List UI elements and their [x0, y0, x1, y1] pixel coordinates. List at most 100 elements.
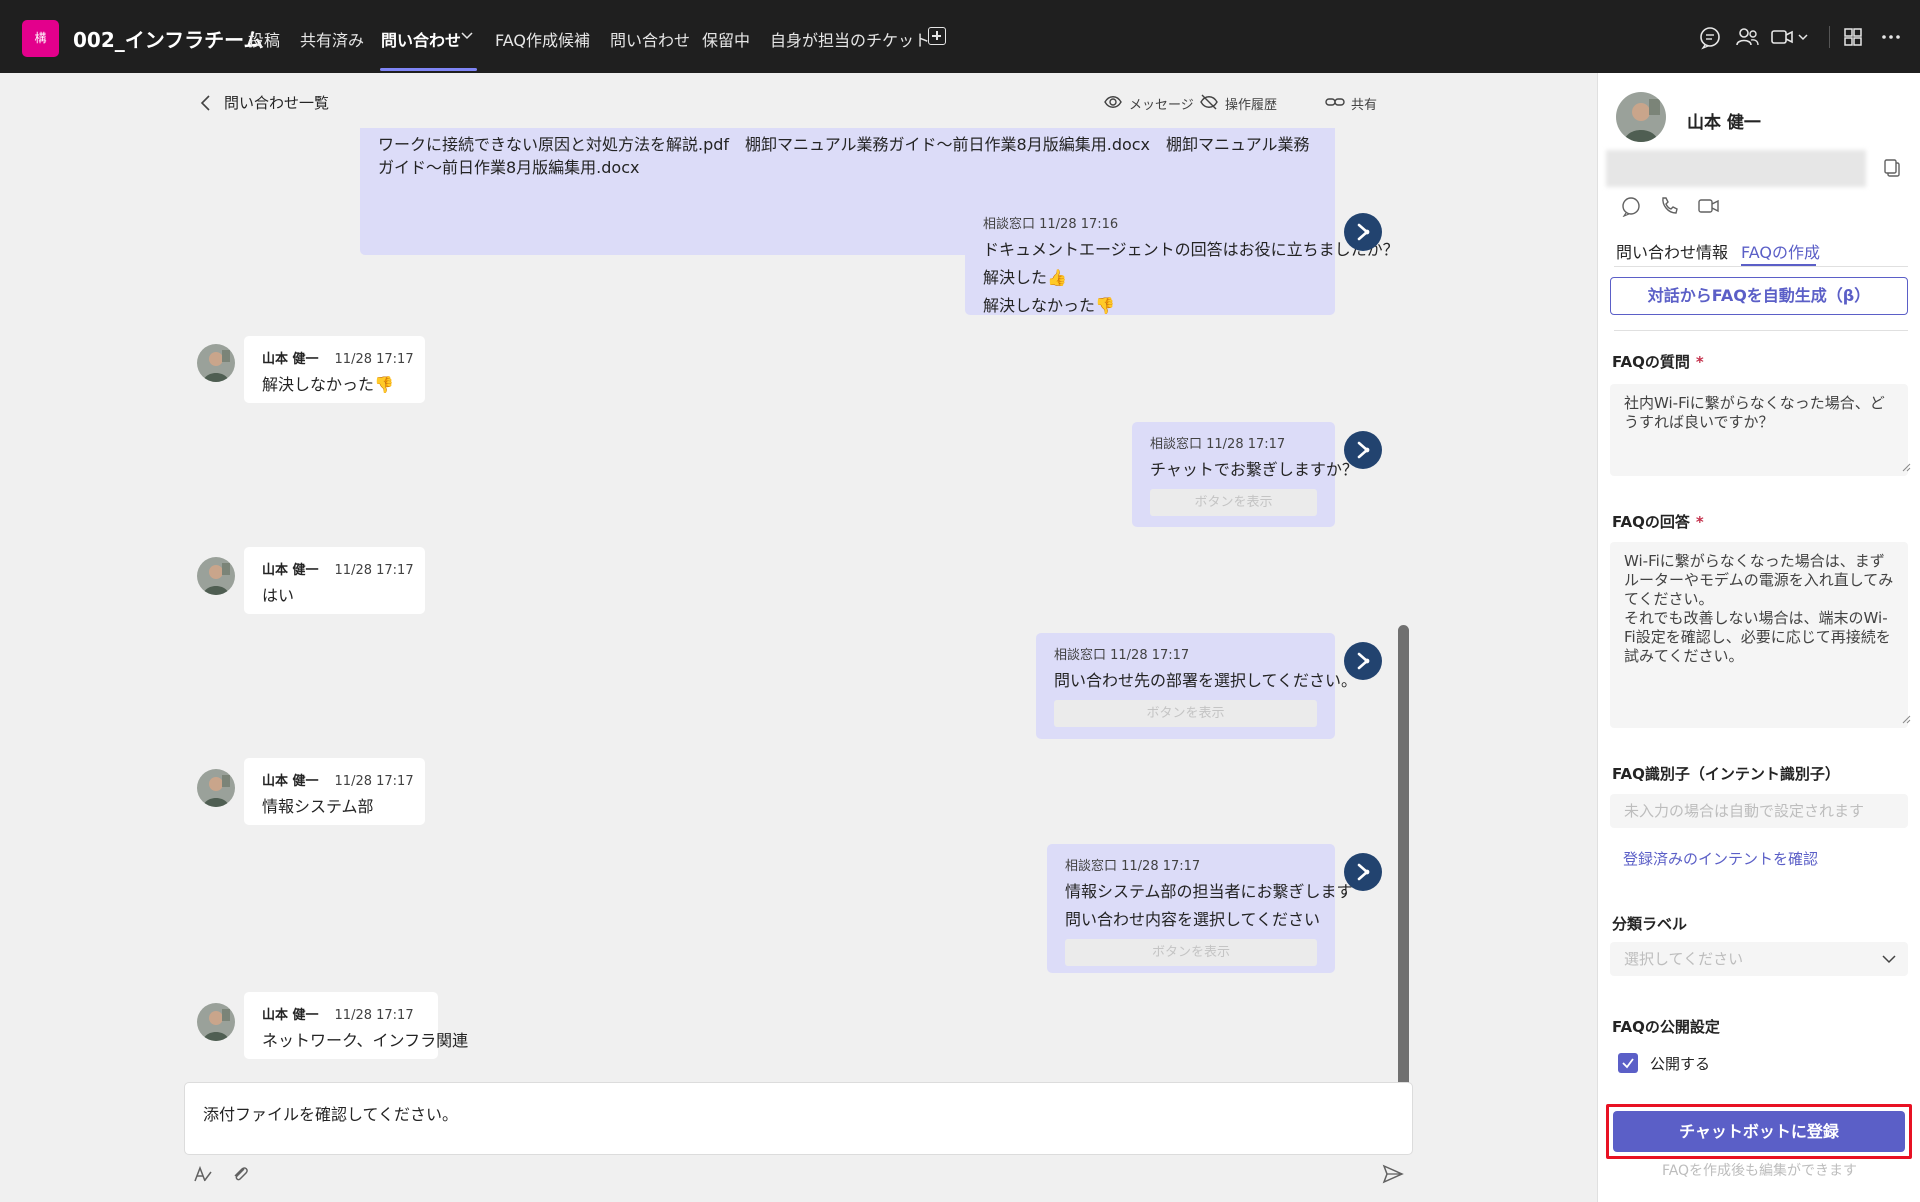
user-message: 山本 健一 11/28 17:17 ネットワーク、インフラ関連 — [244, 992, 469, 1059]
faq-answer-field[interactable]: Wi-Fiに繋がらなくなった場合は、まずルーターやモデムの電源を入れ直してみてく… — [1610, 542, 1908, 728]
message-text: はい — [262, 586, 295, 605]
message-action-label: メッセージ — [1129, 98, 1194, 113]
check-intents-link[interactable]: 登録済みのインテントを確認 — [1623, 848, 1818, 869]
message-action[interactable]: メッセージ — [1104, 94, 1194, 113]
tab-on-hold[interactable]: 保留中 — [702, 27, 750, 51]
user-message: 山本 健一 11/28 17:17 解決しなかった👎 — [244, 336, 425, 403]
avatar — [197, 769, 235, 807]
attach-icon[interactable] — [229, 1163, 251, 1185]
user-message: 山本 健一 11/28 17:17 はい — [244, 547, 425, 614]
register-chatbot-button[interactable]: チャットボットに登録 — [1613, 1111, 1905, 1152]
message-time: 11/28 17:17 — [334, 352, 414, 367]
bot-message: 相談窓口 11/28 17:17 情報システム部の担当者にお繋ぎします 問い合わ… — [1047, 844, 1353, 973]
tab-inquiries[interactable]: 問い合わせ — [381, 27, 461, 51]
user-message: 山本 健一 11/28 17:17 情報システム部 — [244, 758, 425, 825]
people-icon[interactable] — [1734, 24, 1760, 50]
tab-shared[interactable]: 共有済み — [300, 27, 364, 51]
message-input-text: 添付ファイルを確認してください。 — [203, 1105, 459, 1124]
scrollbar-thumb[interactable] — [1398, 625, 1409, 1152]
back-to-list-link[interactable]: 問い合わせ一覧 — [224, 92, 329, 113]
bot-message: 相談窓口 11/28 17:17 チャットでお繋ぎしますか？ ボタンを表示 — [1132, 422, 1358, 527]
avatar — [197, 344, 235, 382]
show-buttons-button[interactable]: ボタンを表示 — [1150, 489, 1317, 516]
faq-question-label: FAQの質問 * — [1612, 353, 1704, 371]
copy-icon[interactable] — [1882, 157, 1904, 179]
panel-user-name: 山本 健一 — [1687, 113, 1761, 133]
bot-avatar-icon — [1344, 431, 1382, 469]
tab-faq-candidates[interactable]: FAQ作成候補 — [495, 27, 590, 51]
sender-name: 山本 健一 — [262, 774, 319, 789]
blurred-contact-info — [1606, 150, 1866, 187]
file-list-text: ワークに接続できない原因と対処方法を解説.pdf 棚卸マニュアル業務ガイド～前日… — [378, 135, 1310, 177]
faq-intent-input[interactable]: 未入力の場合は自動で設定されます — [1610, 794, 1908, 828]
message-meta: 相談窓口 11/28 17:17 — [1054, 648, 1190, 663]
message-text: ドキュメントエージェントの回答はお役に立ちましたか？ — [983, 240, 1399, 259]
divider — [1614, 266, 1908, 267]
history-action-label: 操作履歴 — [1225, 98, 1278, 113]
more-options-icon[interactable] — [1878, 24, 1904, 50]
bot-message: 相談窓口 11/28 17:17 問い合わせ先の部署を選択してください。 ボタン… — [1036, 633, 1358, 739]
category-select[interactable]: 選択してください — [1610, 942, 1908, 976]
chat-icon[interactable] — [1620, 195, 1642, 218]
edit-note: FAQを作成後も編集ができます — [1661, 1163, 1858, 1179]
format-text-icon[interactable] — [192, 1163, 214, 1185]
faq-side-panel: 山本 健一 問い合わせ情報 FAQの作成 対話からFAQを自動生成（β） FAQ… — [1597, 73, 1920, 1202]
bot-message: 相談窓口 11/28 17:16 ドキュメントエージェントの回答はお役に立ちまし… — [965, 202, 1399, 316]
tab-inquiries-2[interactable]: 問い合わせ — [610, 27, 690, 51]
message-meta: 相談窓口 11/28 17:16 — [983, 217, 1119, 232]
faq-question-field[interactable]: 社内Wi-Fiに繋がらなくなった場合、どうすれば良いですか？ — [1610, 384, 1908, 476]
message-time: 11/28 17:17 — [334, 563, 414, 578]
back-label: 問い合わせ一覧 — [224, 94, 330, 112]
share-action[interactable]: 共有 — [1325, 94, 1378, 113]
bot-avatar-icon — [1344, 853, 1382, 891]
tab-my-tickets[interactable]: 自身が担当のチケット — [770, 27, 930, 51]
resize-handle-icon[interactable] — [1902, 463, 1911, 472]
message-text[interactable]: 解決しなかった👎 — [983, 292, 1317, 316]
resize-handle-icon[interactable] — [1902, 715, 1911, 724]
chevron-left-icon[interactable] — [198, 93, 214, 113]
message-text: ネットワーク、インフラ関連 — [262, 1031, 469, 1050]
share-action-label: 共有 — [1351, 98, 1378, 113]
publish-checkbox-label[interactable]: 公開する — [1650, 1053, 1710, 1074]
video-call-icon[interactable] — [1770, 24, 1810, 50]
message-time: 11/28 17:17 — [334, 774, 414, 789]
chevron-down-icon[interactable] — [461, 32, 473, 40]
team-name: 002_インフラチーム — [73, 28, 264, 52]
show-buttons-button[interactable]: ボタンを表示 — [1054, 700, 1317, 727]
message-text: チャットでお繋ぎしますか？ — [1150, 460, 1358, 479]
chevron-down-icon — [1882, 955, 1896, 964]
avatar — [1616, 92, 1666, 142]
tab-inquiry-info[interactable]: 問い合わせ情報 — [1616, 239, 1728, 263]
eye-icon — [1104, 96, 1122, 108]
avatar — [197, 1003, 235, 1041]
team-logo: 構 — [22, 20, 59, 57]
show-buttons-button[interactable]: ボタンを表示 — [1065, 939, 1317, 966]
sender-name: 山本 健一 — [262, 563, 319, 578]
message-meta: 相談窓口 11/28 17:17 — [1065, 859, 1201, 874]
history-action[interactable]: 操作履歴 — [1200, 94, 1278, 113]
message-text: 情報システム部 — [262, 797, 374, 816]
send-icon[interactable] — [1382, 1163, 1404, 1185]
faq-answer-label: FAQの回答 * — [1612, 513, 1704, 531]
tab-posts[interactable]: 投稿 — [248, 27, 280, 51]
chat-icon[interactable] — [1697, 24, 1723, 50]
link-icon — [1325, 98, 1345, 106]
message-text: 情報システム部の担当者にお繋ぎします — [1065, 882, 1353, 901]
phone-icon[interactable] — [1658, 195, 1680, 217]
message-text[interactable]: 解決した👍 — [983, 264, 1317, 288]
bot-avatar-icon — [1344, 642, 1382, 680]
eye-off-icon — [1200, 94, 1218, 110]
add-tab-icon[interactable] — [928, 27, 946, 45]
chat-area: 問い合わせ一覧 メッセージ 操作履歴 共有 ワークに接続できない原因と対処方法を… — [0, 73, 1597, 1202]
auto-generate-faq-button[interactable]: 対話からFAQを自動生成（β） — [1610, 277, 1908, 315]
faq-intent-label: FAQ識別子（インテント識別子） — [1612, 765, 1840, 783]
avatar — [197, 557, 235, 595]
active-tab-indicator — [380, 68, 477, 71]
video-call-icon[interactable] — [1697, 195, 1721, 217]
apps-icon[interactable] — [1840, 24, 1866, 50]
tab-faq-create[interactable]: FAQの作成 — [1741, 239, 1820, 263]
sender-name: 山本 健一 — [262, 352, 319, 367]
message-input[interactable]: 添付ファイルを確認してください。 — [184, 1082, 1413, 1155]
message-text: 問い合わせ先の部署を選択してください。 — [1054, 671, 1358, 690]
publish-checkbox[interactable] — [1618, 1053, 1638, 1073]
